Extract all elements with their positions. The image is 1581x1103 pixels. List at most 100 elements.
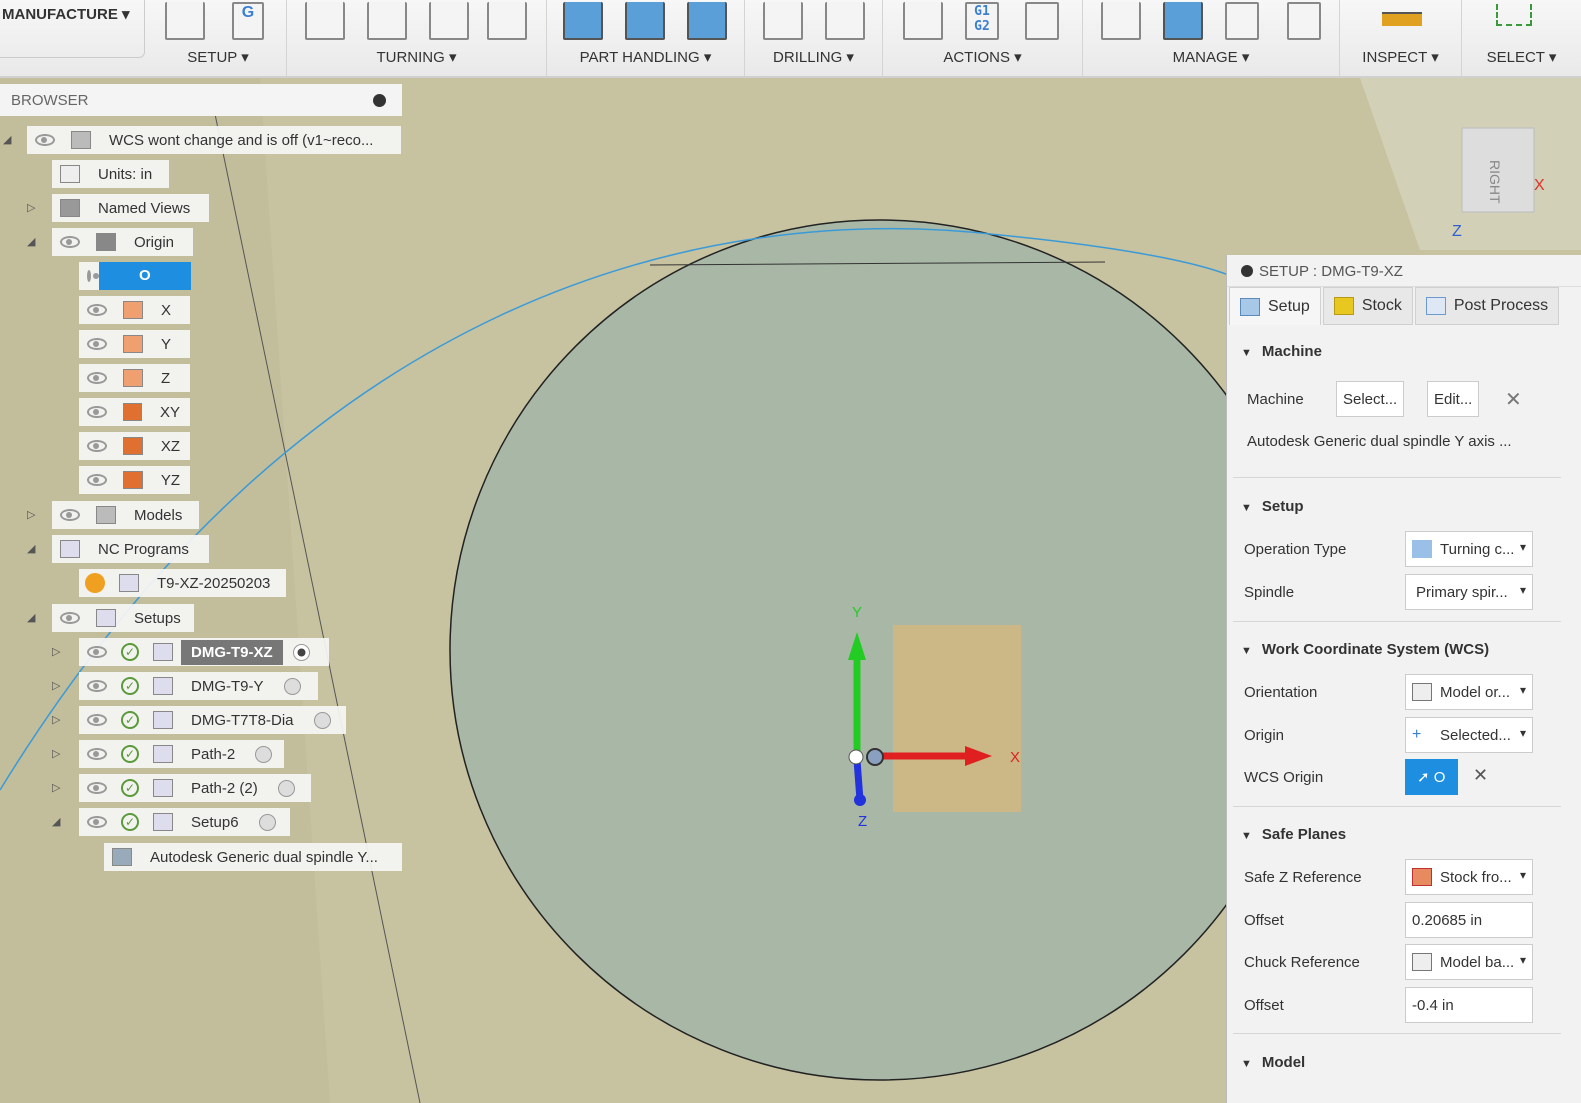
part-handling-group[interactable]: PART HANDLING ▾ <box>547 0 745 76</box>
clear-machine-icon[interactable]: ✕ <box>1505 387 1522 412</box>
browser-item[interactable]: ✓ DMG-T9-XZ <box>79 638 329 666</box>
visibility-eye-icon[interactable] <box>87 646 107 658</box>
expand-toggle[interactable]: ▷ <box>52 781 60 794</box>
select-menu[interactable]: SELECT ▾ <box>1462 48 1581 66</box>
browser-item[interactable]: ✓ Setup6 <box>79 808 290 836</box>
operation-type-dropdown[interactable]: Turning c... <box>1405 531 1533 567</box>
orientation-dropdown[interactable]: Model or... <box>1405 674 1533 710</box>
clear-wcs-origin-icon[interactable]: ✕ <box>1473 765 1488 786</box>
tab-setup[interactable]: Setup <box>1229 287 1321 325</box>
inspect-group[interactable]: INSPECT ▾ <box>1340 0 1462 76</box>
visibility-eye-icon[interactable] <box>87 680 107 692</box>
chuck-reference-dropdown[interactable]: Model ba... <box>1405 944 1533 980</box>
machine-edit-button[interactable]: Edit... <box>1427 381 1480 417</box>
turning-group[interactable]: TURNING ▾ <box>287 0 547 76</box>
bar-pull-icon[interactable] <box>625 2 665 40</box>
visibility-eye-icon[interactable] <box>87 372 107 384</box>
visibility-eye-icon[interactable] <box>87 474 107 486</box>
tab-post-process[interactable]: Post Process <box>1414 287 1560 325</box>
browser-item[interactable]: O <box>79 262 191 290</box>
active-setup-radio[interactable] <box>292 643 310 661</box>
spindle-dropdown[interactable]: Primary spir... <box>1405 574 1533 610</box>
new-setup-icon[interactable] <box>165 2 205 40</box>
browser-item[interactable]: Autodesk Generic dual spindle Y... <box>104 843 402 871</box>
select-icon[interactable] <box>1496 4 1532 26</box>
inspect-menu[interactable]: INSPECT ▾ <box>1340 48 1461 66</box>
active-setup-radio[interactable] <box>313 711 331 729</box>
hole-recognition-icon[interactable] <box>825 2 865 40</box>
expand-toggle[interactable]: ▷ <box>27 201 35 214</box>
setup-sheet-icon[interactable] <box>1025 2 1059 40</box>
visibility-eye-icon[interactable] <box>87 440 107 452</box>
origin-point[interactable] <box>866 748 884 766</box>
visibility-eye-icon[interactable] <box>60 509 80 521</box>
browser-item[interactable]: XY <box>79 398 190 426</box>
visibility-eye-icon[interactable] <box>87 270 99 282</box>
visibility-eye-icon[interactable] <box>87 304 107 316</box>
browser-item[interactable]: ✓ DMG-T9-Y <box>79 672 318 700</box>
expand-toggle[interactable]: ◢ <box>27 235 35 248</box>
visibility-eye-icon[interactable] <box>87 338 107 350</box>
section-machine[interactable]: Machine <box>1241 343 1322 360</box>
select-group[interactable]: SELECT ▾ <box>1462 0 1581 76</box>
visibility-eye-icon[interactable] <box>60 612 80 624</box>
expand-toggle[interactable]: ◢ <box>27 542 35 555</box>
active-setup-radio[interactable] <box>258 813 276 831</box>
chuck-offset-input[interactable]: -0.4 in <box>1405 987 1533 1023</box>
browser-item[interactable]: Models <box>52 501 199 529</box>
section-safe-planes[interactable]: Safe Planes <box>1241 826 1346 843</box>
visibility-eye-icon[interactable] <box>35 134 55 146</box>
setup-menu[interactable]: SETUP ▾ <box>150 48 286 66</box>
expand-toggle[interactable]: ▷ <box>52 713 60 726</box>
active-setup-radio[interactable] <box>277 779 295 797</box>
expand-toggle[interactable]: ▷ <box>52 747 60 760</box>
browser-item[interactable]: ✓ Path-2 <box>79 740 284 768</box>
tool-library-icon[interactable] <box>1101 2 1141 40</box>
safe-z-offset-input[interactable]: 0.20685 in <box>1405 902 1533 938</box>
manage-group[interactable]: MANAGE ▾ <box>1083 0 1340 76</box>
section-wcs[interactable]: Work Coordinate System (WCS) <box>1241 641 1489 658</box>
browser-item[interactable]: WCS wont change and is off (v1~reco... <box>27 126 401 154</box>
browser-item[interactable]: Z <box>79 364 190 392</box>
visibility-eye-icon[interactable] <box>60 236 80 248</box>
turning-thread-icon[interactable] <box>487 2 527 40</box>
drilling-group[interactable]: DRILLING ▾ <box>745 0 883 76</box>
active-setup-radio[interactable] <box>283 677 301 695</box>
browser-item[interactable]: ✓ Path-2 (2) <box>79 774 311 802</box>
visibility-eye-icon[interactable] <box>87 782 107 794</box>
browser-item[interactable]: Origin <box>52 228 193 256</box>
part-handling-menu[interactable]: PART HANDLING ▾ <box>547 48 744 66</box>
browser-item[interactable]: Setups <box>52 604 194 632</box>
browser-item[interactable]: Units: in <box>52 160 169 188</box>
visibility-eye-icon[interactable] <box>87 714 107 726</box>
simulate-icon[interactable] <box>903 2 943 40</box>
section-setup[interactable]: Setup <box>1241 498 1304 515</box>
actions-menu[interactable]: ACTIONS ▾ <box>883 48 1082 66</box>
manage-menu[interactable]: MANAGE ▾ <box>1083 48 1339 66</box>
machine-select-button[interactable]: Select... <box>1336 381 1405 417</box>
browser-item[interactable]: Y <box>79 330 190 358</box>
visibility-eye-icon[interactable] <box>87 748 107 760</box>
drilling-menu[interactable]: DRILLING ▾ <box>745 48 882 66</box>
expand-toggle[interactable]: ◢ <box>27 611 35 624</box>
part-off-icon[interactable] <box>687 2 727 40</box>
expand-toggle[interactable]: ▷ <box>52 645 60 658</box>
turning-face-icon[interactable] <box>305 2 345 40</box>
collapse-browser-button[interactable] <box>373 94 386 107</box>
visibility-eye-icon[interactable] <box>87 816 107 828</box>
expand-toggle[interactable]: ▷ <box>52 679 60 692</box>
actions-group[interactable]: G1 G2 ACTIONS ▾ <box>883 0 1083 76</box>
expand-toggle[interactable]: ◢ <box>3 133 11 146</box>
turning-groove-icon[interactable] <box>429 2 469 40</box>
machine-library-icon[interactable] <box>1163 2 1203 40</box>
browser-item[interactable]: ✓ DMG-T7T8-Dia <box>79 706 346 734</box>
visibility-eye-icon[interactable] <box>87 406 107 418</box>
browser-item[interactable]: YZ <box>79 466 190 494</box>
origin-dropdown[interactable]: + Selected... <box>1405 717 1533 753</box>
tab-stock[interactable]: Stock <box>1322 287 1413 325</box>
browser-item[interactable]: Named Views <box>52 194 209 222</box>
expand-toggle[interactable]: ▷ <box>27 508 35 521</box>
safe-z-dropdown[interactable]: Stock fro... <box>1405 859 1533 895</box>
post-process-icon[interactable]: G1 G2 <box>965 2 999 40</box>
turning-menu[interactable]: TURNING ▾ <box>287 48 546 66</box>
